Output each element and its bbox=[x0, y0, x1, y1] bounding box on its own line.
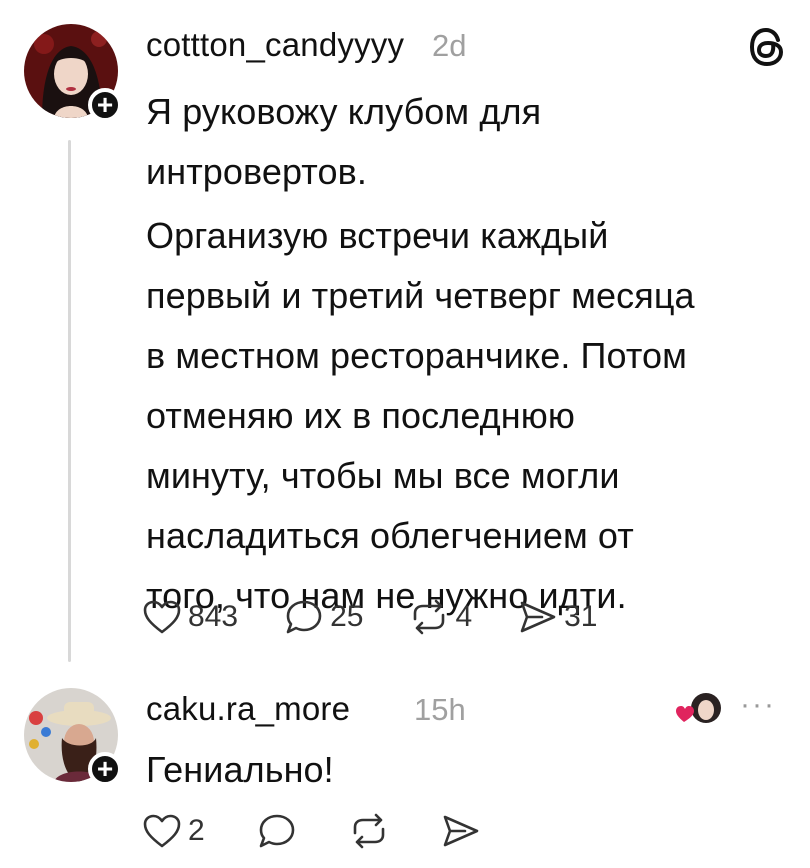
thread-line bbox=[68, 140, 71, 662]
follow-plus-icon[interactable]: + bbox=[88, 752, 122, 786]
post-actions: 843 25 4 31 bbox=[142, 598, 644, 636]
text-line: насладиться облегчением от bbox=[146, 515, 634, 556]
comment-icon bbox=[286, 600, 322, 634]
reply-username[interactable]: caku.ra_more bbox=[146, 690, 350, 728]
post-time: 2d bbox=[432, 28, 467, 63]
share-count: 31 bbox=[564, 600, 598, 633]
repost-button[interactable]: 4 bbox=[409, 599, 472, 635]
text-line: первый и третий четверг месяца bbox=[146, 275, 695, 316]
reply-button[interactable]: 25 bbox=[284, 598, 363, 636]
reply-time: 15h bbox=[414, 692, 466, 727]
repost-icon bbox=[414, 599, 445, 635]
post-paragraph-2: Организую встречи каждый первый и третий… bbox=[146, 206, 796, 626]
send-icon bbox=[443, 815, 478, 847]
reply-text: Гениально! bbox=[146, 749, 334, 790]
share-button[interactable] bbox=[441, 813, 481, 849]
repost-icon bbox=[353, 813, 384, 849]
reply-button[interactable] bbox=[257, 812, 297, 850]
reply-count: 25 bbox=[330, 600, 364, 633]
text-line: в местном ресторанчике. Потом bbox=[146, 335, 688, 376]
like-button[interactable]: 2 bbox=[142, 813, 205, 849]
repost-button[interactable] bbox=[349, 813, 389, 849]
threads-logo-icon[interactable] bbox=[748, 26, 786, 73]
like-count: 843 bbox=[188, 600, 239, 633]
reply-actions: 2 bbox=[142, 812, 527, 850]
heart-icon bbox=[143, 600, 181, 634]
like-count: 2 bbox=[188, 814, 205, 847]
text-line: Я руковожу клубом для bbox=[146, 91, 542, 132]
text-line: интровертов. bbox=[146, 151, 367, 192]
post-paragraph-1: Я руковожу клубом для интровертов. bbox=[146, 82, 796, 202]
text-line: Организую встречи каждый bbox=[146, 215, 609, 256]
send-icon bbox=[520, 601, 556, 633]
heart-icon bbox=[143, 814, 181, 848]
post-username[interactable]: cottton_candyyyy bbox=[146, 26, 404, 64]
repost-count: 4 bbox=[455, 600, 473, 633]
text-line: отменяю их в последнюю bbox=[146, 395, 575, 436]
author-liked-indicator bbox=[676, 690, 724, 730]
text-line: минуту, чтобы мы все могли bbox=[146, 455, 620, 496]
share-button[interactable]: 31 bbox=[518, 599, 598, 635]
post-text: Я руковожу клубом для интровертов. Орган… bbox=[146, 82, 796, 626]
more-options-icon[interactable]: ··· bbox=[740, 688, 776, 722]
follow-plus-icon[interactable]: + bbox=[88, 88, 122, 122]
comment-icon bbox=[259, 814, 294, 848]
like-button[interactable]: 843 bbox=[142, 599, 238, 635]
